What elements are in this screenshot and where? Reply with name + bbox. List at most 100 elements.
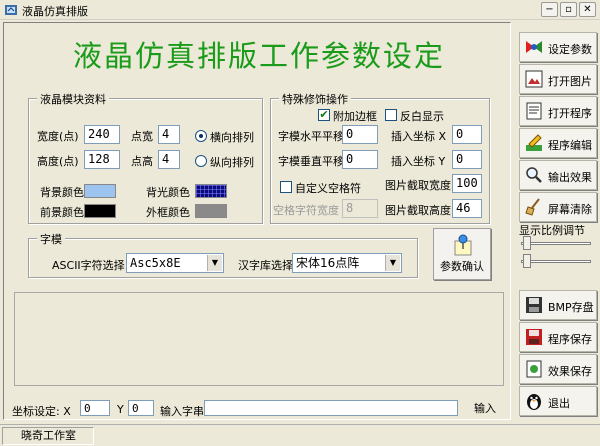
width-input[interactable]: 240 — [84, 125, 120, 144]
minimize-button[interactable]: − — [541, 2, 558, 17]
preview-area[interactable] — [14, 292, 504, 386]
save-program-icon — [526, 329, 542, 345]
frame-color-swatch[interactable] — [195, 204, 227, 218]
backlight-color-label: 背光颜色 — [146, 186, 190, 199]
sidebar-clear-screen-button[interactable]: 屏幕清除 — [519, 192, 597, 222]
ascii-select-value: Asc5x8E — [130, 256, 181, 270]
penguin-icon — [527, 394, 541, 410]
ascii-label: ASCII字符选择 — [52, 259, 125, 272]
input-button[interactable]: 输入 — [465, 400, 505, 419]
add-border-checkbox[interactable]: ✔ — [318, 109, 330, 121]
dot-width-input[interactable]: 4 — [158, 125, 180, 144]
frame-color-label: 外框颜色 — [146, 206, 190, 219]
custom-spacing-checkbox[interactable] — [280, 181, 292, 193]
sidebar-edit-program-button[interactable]: 程序编辑 — [519, 128, 597, 158]
input-string-label: 输入字串 — [160, 405, 204, 418]
dot-width-label: 点宽 — [131, 130, 153, 143]
sidebar-save-program-button[interactable]: 程序保存 — [519, 322, 597, 352]
close-button[interactable]: ✕ — [579, 2, 596, 17]
space-width-input[interactable]: 8 — [342, 199, 378, 218]
slider-handle[interactable] — [523, 236, 531, 250]
slider-handle[interactable] — [523, 254, 531, 268]
page-title: 液晶仿真排版工作参数设定 — [72, 39, 445, 73]
hanzi-select-value: 宋体16点阵 — [296, 256, 360, 270]
y-input[interactable]: 0 — [128, 400, 154, 416]
sidebar-set-params-label: 设定参数 — [548, 43, 592, 56]
sidebar: 设定参数 打开图片 打开程序 程序编辑 输出效果 屏幕清除 显示比例调节 BMP… — [515, 22, 600, 420]
confirm-params-button[interactable]: 参数确认 — [433, 228, 491, 280]
height-label: 高度(点) — [37, 155, 79, 168]
backlight-color-swatch[interactable] — [195, 184, 227, 198]
horizontal-label: 横向排列 — [210, 131, 254, 144]
confirm-label: 参数确认 — [440, 260, 484, 273]
sidebar-exit-button[interactable]: 退出 — [519, 386, 597, 416]
sidebar-open-image-label: 打开图片 — [548, 75, 592, 88]
sidebar-output-effect-button[interactable]: 输出效果 — [519, 160, 597, 190]
y-label: Y — [117, 403, 124, 416]
restore-button[interactable]: ▫ — [560, 2, 577, 17]
decor-group-title: 特殊修饰操作 — [279, 91, 351, 107]
h-offset-input[interactable]: 0 — [342, 125, 378, 144]
crop-width-input[interactable]: 100 — [452, 174, 482, 193]
program-file-icon — [526, 102, 542, 120]
sidebar-save-effect-label: 效果保存 — [548, 365, 592, 378]
sidebar-save-effect-button[interactable]: 效果保存 — [519, 354, 597, 384]
sidebar-clear-screen-label: 屏幕清除 — [548, 203, 592, 216]
invert-checkbox[interactable] — [385, 109, 397, 121]
dot-height-label: 点高 — [131, 155, 153, 168]
x-input[interactable]: 0 — [80, 400, 110, 416]
ascii-select[interactable]: Asc5x8E ▼ — [126, 253, 224, 273]
slider-track — [521, 260, 591, 263]
status-studio: 晓奇工作室 — [2, 427, 94, 445]
input-string-field[interactable] — [204, 400, 458, 416]
bg-color-label: 背景颜色 — [40, 186, 84, 199]
sidebar-open-program-button[interactable]: 打开程序 — [519, 96, 597, 126]
crop-width-label: 图片截取宽度 — [385, 179, 451, 192]
scale-slider-1[interactable] — [521, 236, 591, 250]
insert-x-input[interactable]: 0 — [452, 125, 482, 144]
dot-height-input[interactable]: 4 — [158, 150, 180, 169]
v-offset-input[interactable]: 0 — [342, 150, 378, 169]
ribbon-icon — [526, 41, 542, 53]
custom-spacing-label: 自定义空格符 — [295, 182, 361, 195]
edit-pencil-icon — [526, 134, 542, 151]
vertical-radio[interactable] — [195, 155, 207, 167]
bg-color-swatch[interactable] — [84, 184, 116, 198]
title-bar: 液晶仿真排版 − ▫ ✕ — [0, 0, 600, 20]
scale-slider-2[interactable] — [521, 254, 591, 268]
crop-height-label: 图片截取高度 — [385, 204, 451, 217]
height-input[interactable]: 128 — [84, 150, 120, 169]
insert-y-label: 插入坐标 Y — [391, 155, 446, 168]
sidebar-bmp-save-label: BMP存盘 — [548, 301, 594, 314]
fg-color-swatch[interactable] — [84, 204, 116, 218]
insert-x-label: 插入坐标 X — [391, 130, 447, 143]
window-title: 液晶仿真排版 — [22, 5, 88, 18]
chevron-down-icon: ▼ — [207, 255, 222, 271]
crop-height-input[interactable]: 46 — [452, 199, 482, 218]
pin-note-icon — [454, 234, 472, 256]
sidebar-set-params-button[interactable]: 设定参数 — [519, 32, 597, 62]
horizontal-radio[interactable] — [195, 130, 207, 142]
coord-row: 坐标设定: X 0 Y 0 输入字串 — [0, 398, 515, 420]
fg-color-label: 前景颜色 — [40, 206, 84, 219]
insert-y-input[interactable]: 0 — [452, 150, 482, 169]
status-bar: 晓奇工作室 — [0, 424, 600, 446]
sidebar-edit-program-label: 程序编辑 — [548, 139, 592, 152]
coord-label: 坐标设定: X — [12, 405, 71, 418]
sidebar-bmp-save-button[interactable]: BMP存盘 — [519, 290, 597, 320]
app-icon — [5, 5, 17, 15]
font-group-title: 字模 — [37, 231, 65, 247]
save-effect-icon — [526, 360, 542, 378]
module-group-title: 液晶模块资料 — [37, 91, 109, 107]
chevron-down-icon: ▼ — [385, 255, 400, 271]
sidebar-save-program-label: 程序保存 — [548, 333, 592, 346]
vertical-label: 纵向排列 — [210, 156, 254, 169]
width-label: 宽度(点) — [37, 130, 79, 143]
hanzi-select[interactable]: 宋体16点阵 ▼ — [292, 253, 402, 273]
sidebar-exit-label: 退出 — [548, 397, 570, 410]
image-file-icon — [525, 70, 543, 88]
hanzi-label: 汉字库选择 — [238, 259, 293, 272]
add-border-label: 附加边框 — [333, 110, 377, 123]
floppy-disk-icon — [526, 297, 542, 313]
sidebar-open-image-button[interactable]: 打开图片 — [519, 64, 597, 94]
